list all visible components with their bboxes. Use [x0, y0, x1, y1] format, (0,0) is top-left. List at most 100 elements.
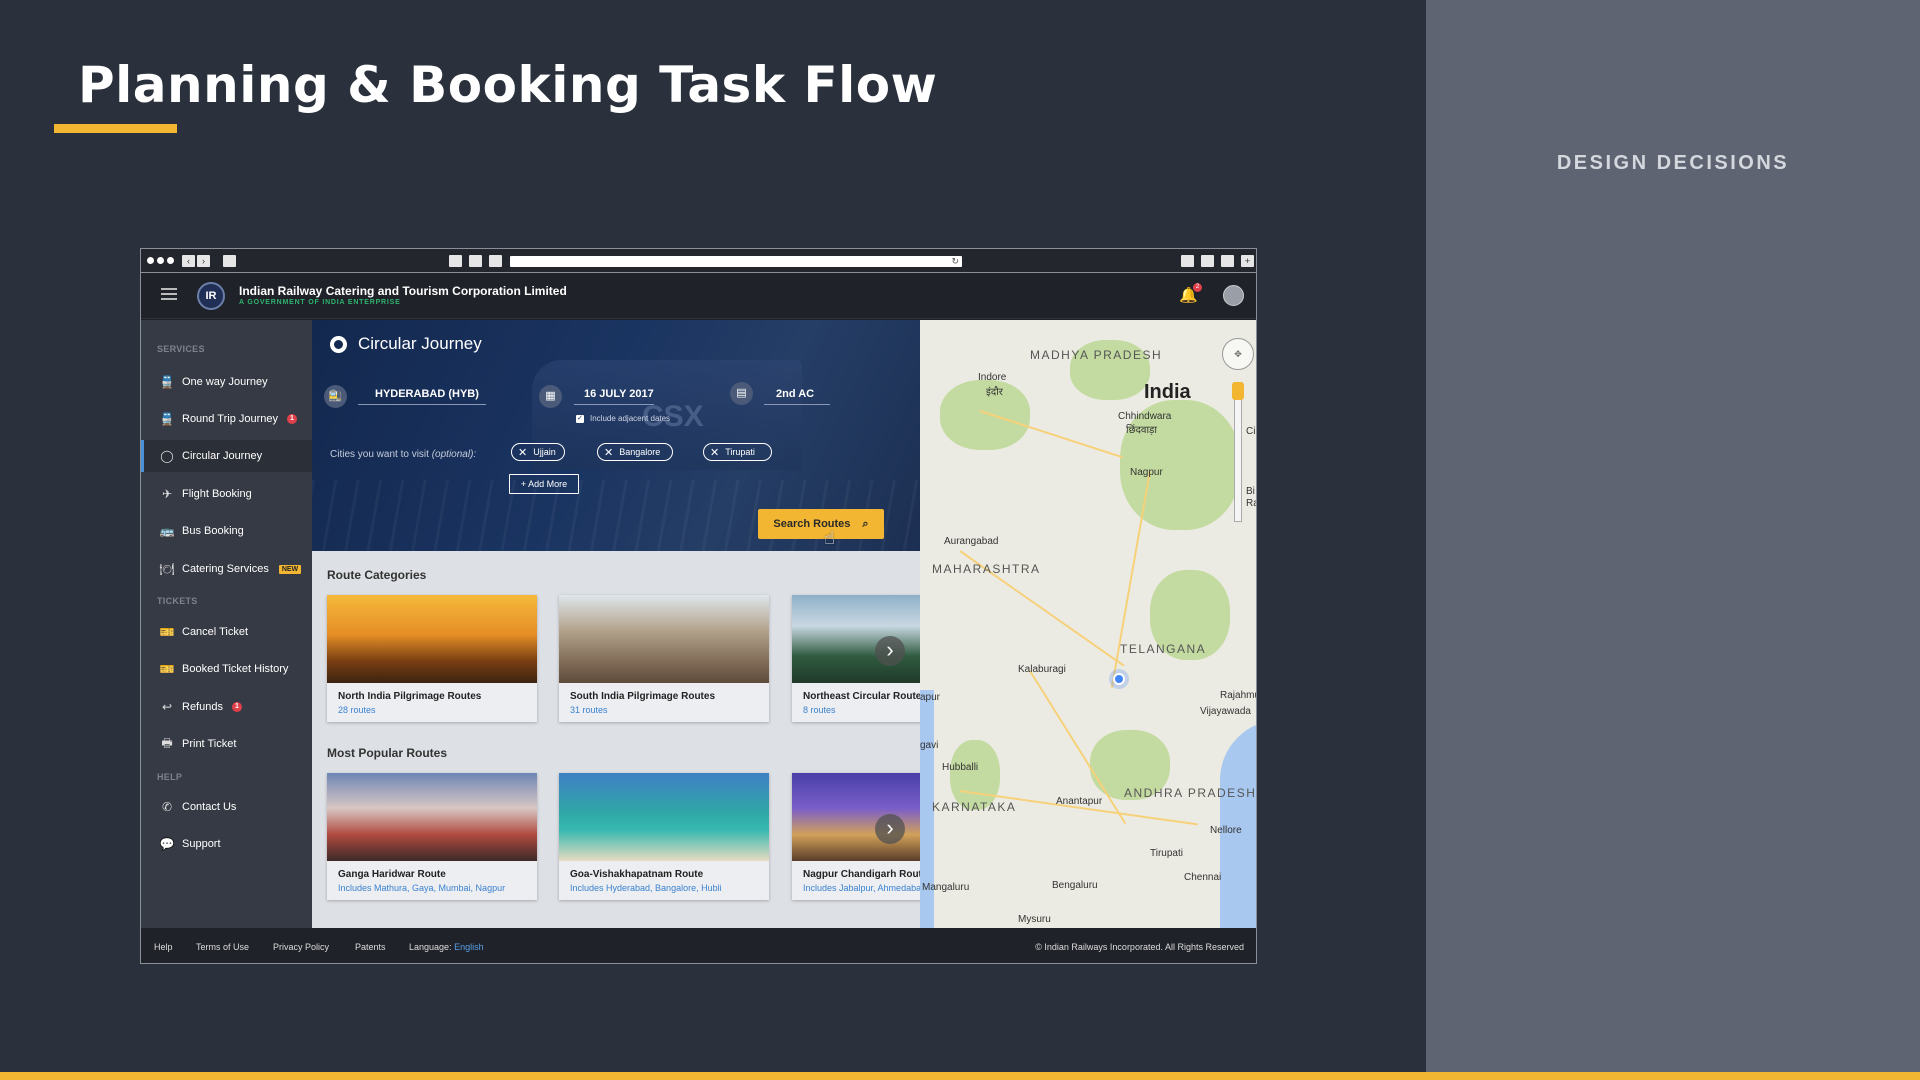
origin-field[interactable]: HYDERABAD (HYB) — [358, 388, 486, 405]
menu-icon[interactable] — [161, 288, 177, 303]
sidebar-item-flight[interactable]: ✈ Flight Booking — [141, 478, 312, 510]
address-bar[interactable]: ↻ — [510, 256, 962, 267]
class-field[interactable]: 2nd AC — [764, 388, 830, 405]
footer-link-privacy[interactable]: Privacy Policy — [273, 942, 329, 952]
sidebar-item-refunds[interactable]: ↩ Refunds 1 — [141, 691, 312, 723]
card-subtitle: 8 routes — [803, 705, 836, 715]
map-city-label: Hubballi — [942, 762, 979, 773]
reader-icon[interactable] — [469, 255, 482, 267]
haridwar-image — [327, 773, 537, 861]
zoom-slider[interactable] — [1234, 382, 1242, 522]
map-city-label: Aurangabad — [944, 536, 999, 547]
title-underline — [54, 124, 177, 133]
route-card[interactable]: South India Pilgrimage Routes 31 routes — [559, 595, 769, 722]
reload-icon[interactable]: ↻ — [951, 256, 959, 267]
map-city-label: Indore — [978, 372, 1007, 383]
sidebar-item-label: Circular Journey — [182, 450, 263, 462]
new-tab-icon[interactable]: + — [1241, 255, 1254, 267]
footer-link-help[interactable]: Help — [154, 942, 173, 952]
design-decisions-panel: DESIGN DECISIONS — [1426, 0, 1920, 1072]
irctc-logo[interactable]: IR — [197, 282, 225, 310]
map-pan-control-icon[interactable]: ✥ — [1222, 338, 1254, 370]
sidebar-item-print[interactable]: 🖶 Print Ticket — [141, 728, 312, 760]
map-city-label: Bi — [1246, 486, 1255, 497]
card-subtitle: Includes Hyderabad, Bangalore, Hubli — [570, 883, 722, 893]
map-city-label: apur — [920, 692, 941, 703]
sidebar-item-label: Booked Ticket History — [182, 663, 289, 675]
sidebar-item-contact[interactable]: ✆ Contact Us — [141, 791, 312, 823]
map-city-label: Kalaburagi — [1018, 664, 1066, 675]
share-icon[interactable] — [489, 255, 502, 267]
avatar[interactable] — [1223, 285, 1244, 306]
sidebar-item-round-trip[interactable]: 🚆 Round Trip Journey 1 — [141, 403, 312, 435]
ticket-history-icon: 🎫 — [159, 662, 175, 676]
design-decisions-heading: DESIGN DECISIONS — [1556, 152, 1790, 174]
forward-icon[interactable]: › — [197, 255, 210, 267]
card-title: North India Pilgrimage Routes — [338, 691, 482, 702]
adjacent-dates-checkbox[interactable]: ✓ — [576, 415, 584, 423]
city-chip[interactable]: ✕ Tirupati — [703, 443, 772, 461]
footer-link-patents[interactable]: Patents — [355, 942, 386, 952]
journey-search-panel: CSX Circular Journey 🚉 HYDERABAD (HYB) ▦… — [312, 320, 920, 551]
printer-icon: 🖶 — [161, 735, 173, 750]
language-selector[interactable]: Language: English — [409, 942, 484, 952]
sidebar-section-help: HELP — [157, 772, 183, 782]
org-name: Indian Railway Catering and Tourism Corp… — [239, 284, 567, 298]
card-title: Ganga Haridwar Route — [338, 869, 446, 880]
sidebar-item-support[interactable]: 💬 Support — [141, 828, 312, 860]
map-city-label: Anantapur — [1056, 796, 1103, 807]
chevron-right-icon[interactable]: › — [875, 814, 905, 844]
sidebar-item-label: Support — [182, 838, 221, 850]
shield-icon[interactable] — [449, 255, 462, 267]
new-tag: NEW — [278, 564, 302, 574]
adjacent-dates-label: Include adjacent dates — [590, 414, 671, 423]
tabs-icon[interactable] — [1201, 255, 1214, 267]
download-icon[interactable] — [1181, 255, 1194, 267]
sidebar-item-bus[interactable]: 🚌 Bus Booking — [141, 515, 312, 547]
remove-icon[interactable]: ✕ — [518, 446, 527, 459]
sidebar-section-tickets: TICKETS — [157, 596, 198, 606]
route-map[interactable]: MADHYA PRADESH MAHARASHTRA TELANGANA AND… — [920, 320, 1256, 928]
city-chip[interactable]: ✕ Bangalore — [597, 443, 674, 461]
settings-icon[interactable] — [1221, 255, 1234, 267]
phone-icon: ✆ — [161, 800, 173, 814]
route-card[interactable]: Goa-Vishakhapatnam Route Includes Hydera… — [559, 773, 769, 900]
location-pin-icon[interactable] — [1113, 673, 1125, 685]
street-view-icon[interactable] — [1232, 382, 1244, 400]
sidebar-item-label: Flight Booking — [182, 488, 252, 500]
varanasi-image — [327, 595, 537, 683]
remove-icon[interactable]: ✕ — [710, 446, 719, 459]
sidebar-item-catering[interactable]: 🍽 Catering Services NEW — [141, 553, 312, 585]
slide-title: Planning & Booking Task Flow — [78, 56, 938, 114]
route-card[interactable]: Ganga Haridwar Route Includes Mathura, G… — [327, 773, 537, 900]
route-card[interactable]: North India Pilgrimage Routes 28 routes — [327, 595, 537, 722]
sidebar-item-label: Print Ticket — [182, 738, 237, 750]
card-subtitle: Includes Jabalpur, Ahmedabad — [803, 883, 920, 893]
map-city-label: Nellore — [1210, 825, 1242, 836]
sidebar-item-cancel-ticket[interactable]: 🎫 Cancel Ticket — [141, 616, 312, 648]
window-controls[interactable] — [147, 257, 174, 264]
city-chip[interactable]: ✕ Ujjain — [511, 443, 565, 461]
remove-icon[interactable]: ✕ — [604, 446, 613, 459]
browser-chrome: ‹ › ↻ + — [141, 249, 1256, 273]
sidebar-item-circular[interactable]: ◯ Circular Journey — [141, 440, 312, 472]
sidebar-toggle-icon[interactable] — [223, 255, 236, 267]
copyright-text: © Indian Railways Incorporated. All Righ… — [1035, 942, 1244, 952]
sidebar-item-label: Catering Services — [182, 563, 269, 575]
search-routes-button[interactable]: Search Routes ⌕ — [758, 509, 884, 539]
popular-routes-title: Most Popular Routes — [327, 746, 448, 760]
add-more-button[interactable]: + Add More — [509, 474, 579, 494]
date-field[interactable]: 16 JULY 2017 — [574, 388, 654, 405]
footer-link-terms[interactable]: Terms of Use — [196, 942, 249, 952]
back-icon[interactable]: ‹ — [182, 255, 195, 267]
sidebar-item-ticket-history[interactable]: 🎫 Booked Ticket History — [141, 653, 312, 685]
map-city-label: Mysuru — [1018, 914, 1051, 925]
card-title: Goa-Vishakhapatnam Route — [570, 869, 704, 880]
mountain-image — [792, 595, 920, 683]
circle-icon — [330, 336, 347, 353]
card-subtitle: Includes Mathura, Gaya, Mumbai, Nagpur — [338, 883, 506, 893]
sidebar-item-one-way[interactable]: 🚆 One way Journey — [141, 366, 312, 398]
chevron-right-icon[interactable]: › — [875, 636, 905, 666]
refund-icon: ↩ — [161, 700, 173, 714]
search-icon: ⌕ — [862, 517, 869, 530]
